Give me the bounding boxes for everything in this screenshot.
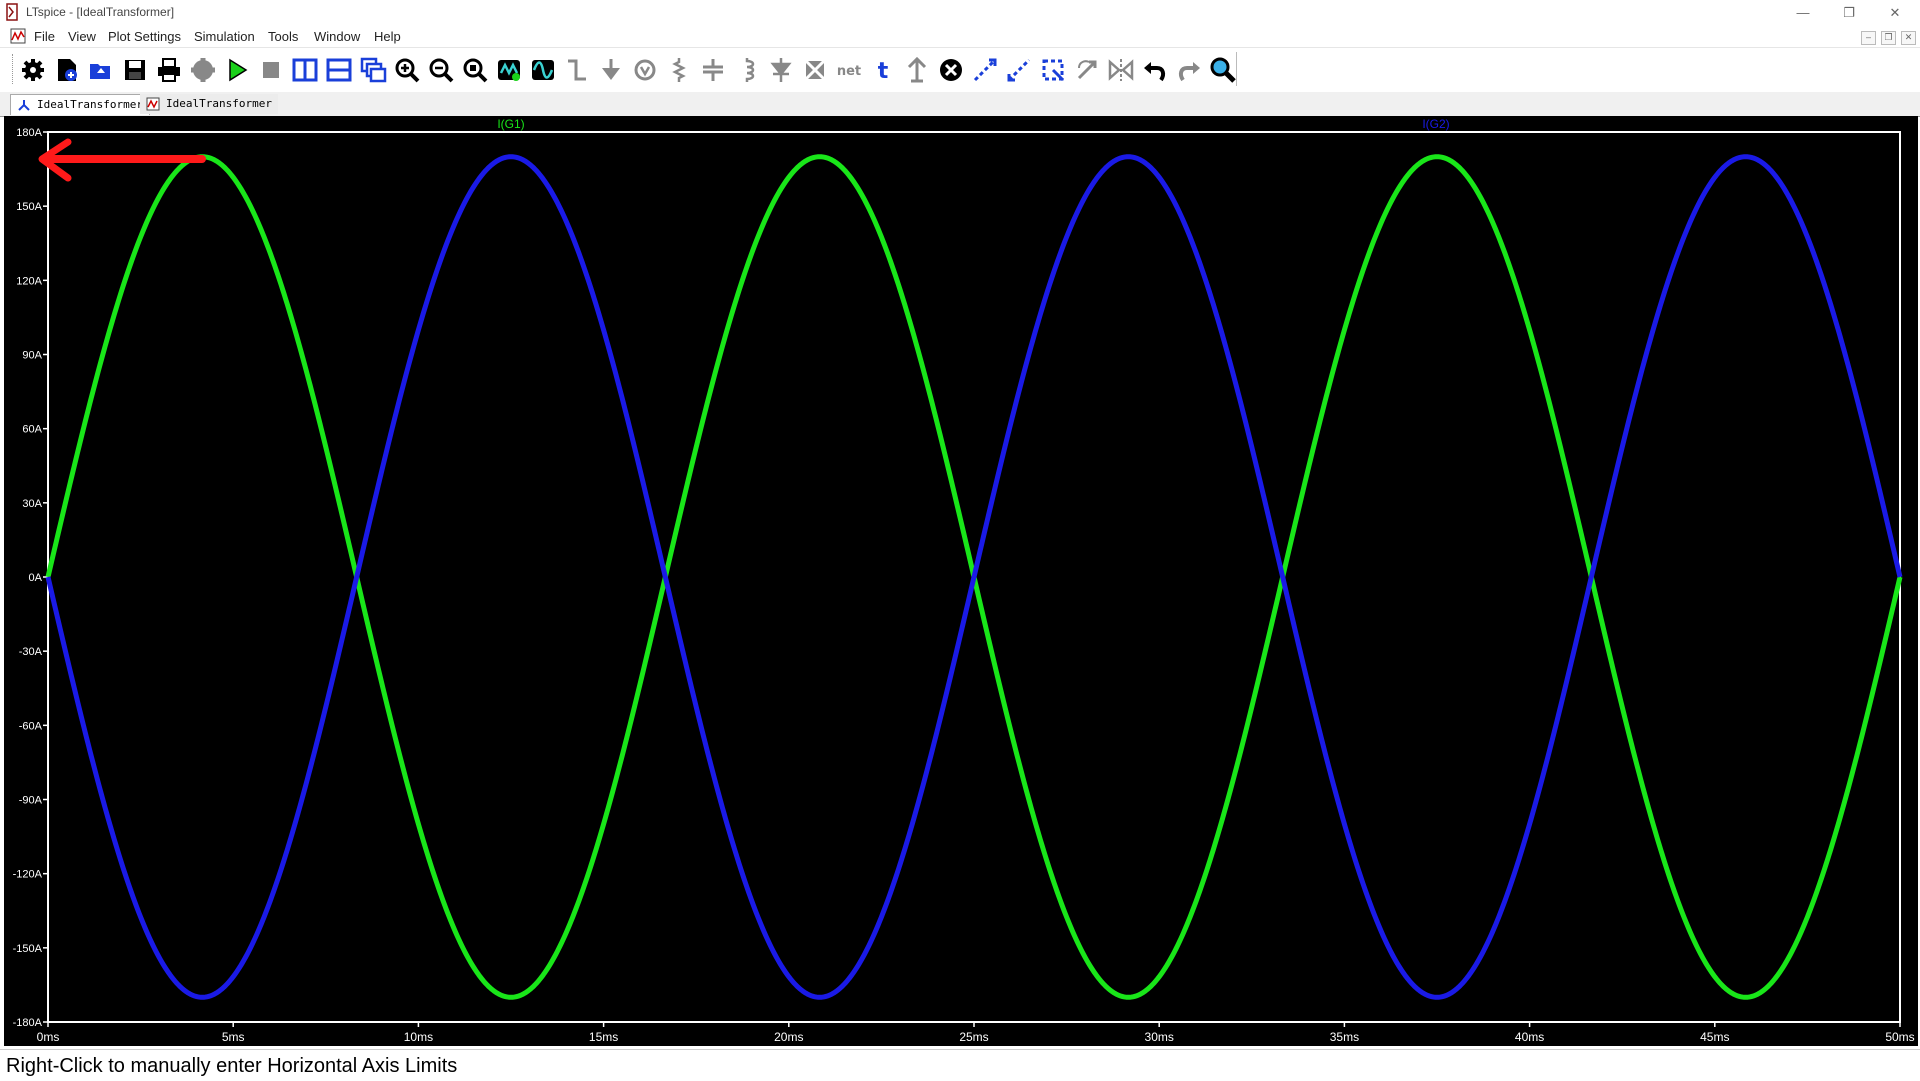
- open-file-icon[interactable]: [87, 56, 115, 84]
- mdi-minimize-button[interactable]: –: [1861, 31, 1876, 45]
- find-icon[interactable]: [1209, 56, 1237, 84]
- spice-directive-icon[interactable]: [903, 56, 931, 84]
- mdi-close-button[interactable]: ✕: [1901, 31, 1916, 45]
- plot-window-icon[interactable]: [10, 28, 26, 44]
- control-panel-icon[interactable]: [19, 56, 47, 84]
- diode-icon[interactable]: [767, 56, 795, 84]
- delete-icon[interactable]: [937, 56, 965, 84]
- y-tick-label: -90A: [19, 795, 43, 807]
- component-icon[interactable]: [801, 56, 829, 84]
- tile-vertical-icon[interactable]: [291, 56, 319, 84]
- duplicate-icon[interactable]: [971, 56, 999, 84]
- x-tick-label: 40ms: [1515, 1030, 1544, 1044]
- cascade-icon[interactable]: [359, 56, 387, 84]
- y-tick-label: 60A: [22, 424, 42, 436]
- menu-help[interactable]: Help: [374, 29, 401, 44]
- net-label-text: net: [837, 64, 861, 79]
- status-text: Right-Click to manually enter Horizontal…: [6, 1055, 458, 1077]
- y-tick-label: -120A: [13, 869, 43, 881]
- y-tick-label: -30A: [19, 646, 43, 658]
- x-tick-label: 15ms: [589, 1030, 618, 1044]
- print-icon[interactable]: [155, 56, 183, 84]
- undo-icon[interactable]: [1141, 56, 1169, 84]
- text-tool-text: t: [878, 59, 889, 84]
- run-icon[interactable]: [223, 56, 251, 84]
- wire-icon[interactable]: [563, 56, 591, 84]
- toolbar-separator: [1236, 52, 1237, 86]
- x-tick-label: 10ms: [404, 1030, 433, 1044]
- x-tick-label: 0ms: [37, 1030, 60, 1044]
- status-bar: Right-Click to manually enter Horizontal…: [0, 1049, 1920, 1081]
- menu-file[interactable]: File: [34, 29, 55, 44]
- voltage-source-icon[interactable]: [631, 56, 659, 84]
- net-label-icon[interactable]: net: [835, 56, 863, 84]
- window-title: LTspice - [IdealTransformer]: [26, 5, 175, 19]
- inductor-icon[interactable]: [733, 56, 761, 84]
- menu-simulation[interactable]: Simulation: [194, 29, 255, 44]
- waveform-plot[interactable]: 180A 150A 120A 90A 60A 30A 0A -30A -60A -90A -120A…: [4, 116, 1918, 1046]
- y-tick-label: 90A: [22, 350, 42, 362]
- ground-icon[interactable]: [597, 56, 625, 84]
- tab-waveform[interactable]: IdealTransformer: [140, 94, 278, 114]
- zoom-out-icon[interactable]: [427, 56, 455, 84]
- redo-icon[interactable]: [1175, 56, 1203, 84]
- toolbar-grip[interactable]: [12, 54, 16, 84]
- tab-waveform-label: IdealTransformer: [166, 97, 272, 110]
- rotate-icon[interactable]: [1073, 56, 1101, 84]
- waveform-icon[interactable]: [529, 56, 557, 84]
- mirror-icon[interactable]: [1107, 56, 1135, 84]
- y-tick-label: 120A: [16, 275, 42, 287]
- tile-horizontal-icon[interactable]: [325, 56, 353, 84]
- text-icon[interactable]: t: [869, 56, 897, 84]
- zoom-in-icon[interactable]: [393, 56, 421, 84]
- waveform-tab-icon: [146, 97, 160, 111]
- y-tick-label: -180A: [13, 1017, 43, 1029]
- y-tick-label: -150A: [13, 943, 43, 955]
- menu-plot-settings[interactable]: Plot Settings: [108, 29, 181, 44]
- save-icon[interactable]: [121, 56, 149, 84]
- schematic-icon: [18, 100, 30, 111]
- ltspice-app-icon: [6, 3, 18, 21]
- y-tick-label: 150A: [16, 201, 42, 213]
- x-tick-label: 35ms: [1330, 1030, 1359, 1044]
- x-tick-label: 25ms: [959, 1030, 988, 1044]
- y-tick-label: 180A: [16, 127, 42, 139]
- x-tick-label: 20ms: [774, 1030, 803, 1044]
- minimize-button[interactable]: —: [1783, 0, 1823, 25]
- tab-schematic-label: IdealTransformer: [37, 98, 143, 111]
- plot-background: [4, 116, 1918, 1046]
- title-bar: LTspice - [IdealTransformer] — ❐ ✕: [0, 0, 1920, 25]
- menu-view[interactable]: View: [68, 29, 96, 44]
- trace-label-g1[interactable]: I(G1): [497, 117, 524, 131]
- restore-button[interactable]: ❐: [1829, 0, 1869, 25]
- toolbar: net t: [0, 48, 1920, 93]
- stop-icon[interactable]: [257, 56, 285, 84]
- y-tick-label: -60A: [19, 720, 43, 732]
- menu-tools[interactable]: Tools: [268, 29, 298, 44]
- menu-bar: File View Plot Settings Simulation Tools…: [0, 25, 1920, 48]
- menu-window[interactable]: Window: [314, 29, 360, 44]
- new-schematic-icon[interactable]: [53, 56, 81, 84]
- x-tick-label: 5ms: [222, 1030, 245, 1044]
- document-tab-bar: IdealTransformer IdealTransformer: [0, 92, 1920, 117]
- drag-icon[interactable]: [1039, 56, 1067, 84]
- zoom-fit-icon[interactable]: [461, 56, 489, 84]
- x-tick-label: 30ms: [1145, 1030, 1174, 1044]
- halt-icon[interactable]: [189, 56, 217, 84]
- autorange-icon[interactable]: [495, 56, 523, 84]
- resistor-icon[interactable]: [665, 56, 693, 84]
- y-tick-label: 0A: [29, 572, 43, 584]
- x-tick-label: 50ms: [1885, 1030, 1914, 1044]
- trace-label-g2[interactable]: I(G2): [1422, 117, 1449, 131]
- capacitor-icon[interactable]: [699, 56, 727, 84]
- mdi-restore-button[interactable]: ❐: [1881, 31, 1896, 45]
- move-icon[interactable]: [1005, 56, 1033, 84]
- x-tick-label: 45ms: [1700, 1030, 1729, 1044]
- close-window-button[interactable]: ✕: [1875, 0, 1915, 25]
- y-tick-label: 30A: [22, 498, 42, 510]
- tab-schematic[interactable]: IdealTransformer: [10, 94, 150, 115]
